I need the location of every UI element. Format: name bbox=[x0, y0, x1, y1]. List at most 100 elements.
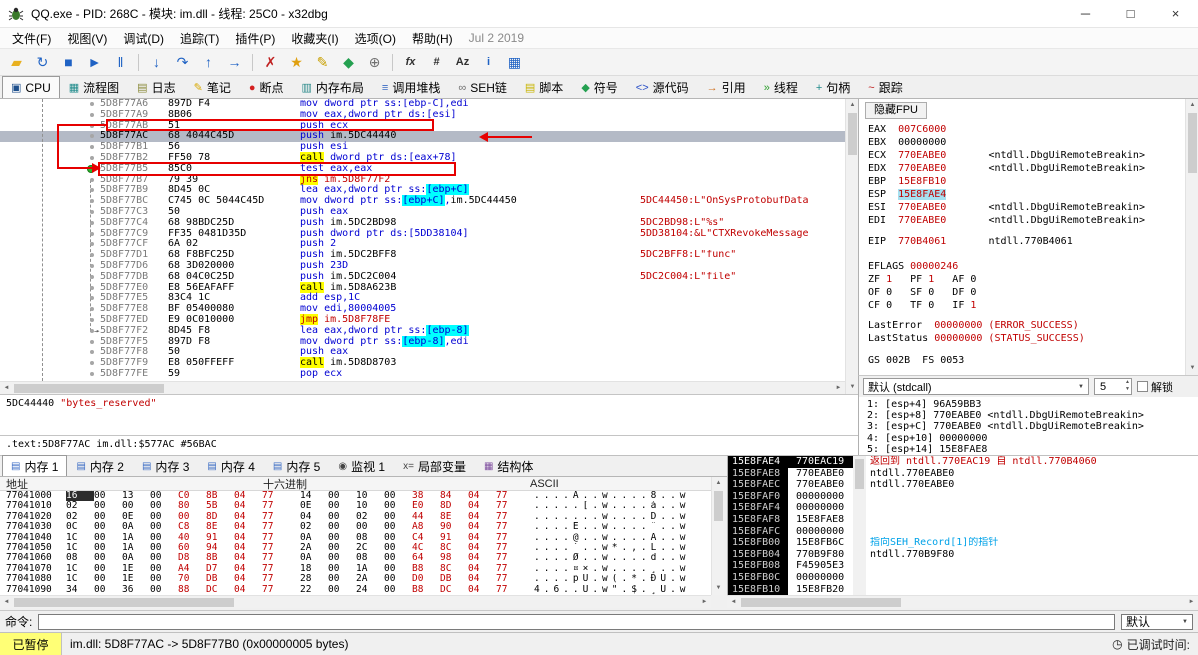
command-profile-select[interactable]: 默认 ▼ bbox=[1121, 613, 1193, 630]
run-to-cursor-button[interactable]: → bbox=[222, 51, 247, 73]
breakpoint-gutter[interactable] bbox=[0, 326, 100, 337]
register-line[interactable]: EFLAGS 00000246 bbox=[868, 260, 1184, 273]
breakpoint-gutter[interactable] bbox=[0, 250, 100, 261]
strings-button[interactable]: Az bbox=[450, 51, 475, 73]
argument-line[interactable]: 4: [esp+10] 00000000 bbox=[867, 433, 1190, 444]
restart-button[interactable]: ↻ bbox=[30, 51, 55, 73]
tab-symbols[interactable]: ◆ 符号 bbox=[572, 76, 626, 98]
stack-row[interactable]: 15E8FAF4 00000000 bbox=[728, 502, 1198, 514]
register-line[interactable]: ESI 770EABE0 <ntdll.DbgUiRemoteBreakin> bbox=[868, 201, 1184, 214]
argument-line[interactable]: 5: [esp+14] 15E8FAE8 bbox=[867, 444, 1190, 455]
disasm-row[interactable]: 5D8F77FE 59 pop ecx bbox=[0, 368, 845, 380]
menu-debug[interactable]: 调试(D) bbox=[115, 28, 172, 49]
step-out-button[interactable]: ↑ bbox=[196, 51, 221, 73]
stack-row[interactable]: 15E8FAF0 00000000 bbox=[728, 490, 1198, 503]
register-line[interactable]: ZF 1 PF 1 AF 0 bbox=[868, 273, 1184, 286]
tab-locals[interactable]: x= 局部变量 bbox=[394, 455, 475, 476]
tab-log[interactable]: ▤ 日志 bbox=[128, 76, 184, 98]
tab-watch-1[interactable]: ◉ 监视 1 bbox=[329, 455, 394, 476]
register-line[interactable]: EAX 007C6000 bbox=[868, 123, 1184, 136]
register-line[interactable]: CF 0 TF 0 IF 1 bbox=[868, 299, 1184, 312]
stop-button[interactable]: ■ bbox=[56, 51, 81, 73]
step-into-button[interactable]: ↓ bbox=[144, 51, 169, 73]
dump-row[interactable]: 77041030 0C 00 0A 00 C8 8E 04 77 02 00 00 00 A8 90 04 77… bbox=[0, 521, 711, 532]
stop-debuggee-button[interactable]: ✗ bbox=[258, 51, 283, 73]
scroll-up-icon[interactable]: ▲ bbox=[1186, 99, 1198, 112]
tab-references[interactable]: → 引用 bbox=[698, 76, 755, 98]
menu-options[interactable]: 选项(O) bbox=[347, 28, 404, 49]
breakpoint-gutter[interactable] bbox=[0, 347, 100, 358]
scroll-right-icon[interactable]: ► bbox=[1185, 596, 1198, 609]
tab-source[interactable]: <> 源代码 bbox=[627, 76, 698, 98]
registers-scrollbar[interactable]: ▲ ▼ bbox=[1185, 99, 1198, 375]
register-line[interactable]: ESP 15E8FAE4 bbox=[868, 188, 1184, 201]
scroll-up-icon[interactable]: ▲ bbox=[712, 477, 725, 490]
register-line[interactable]: EIP 770B4061 ntdll.770B4061 bbox=[868, 235, 1184, 248]
dump-vertical-scrollbar[interactable]: ▲ ▼ bbox=[711, 477, 724, 595]
registers-pane[interactable]: 隐藏FPU EAX 007C6000 EBX 00000000 ECX 770EAB… bbox=[858, 99, 1198, 375]
stack-row[interactable]: 15E8FAFC 00000000 bbox=[728, 525, 1198, 538]
tab-seh[interactable]: ∞ SEH链 bbox=[449, 76, 516, 98]
menu-view[interactable]: 视图(V) bbox=[59, 28, 115, 49]
tab-threads[interactable]: » 线程 bbox=[755, 76, 807, 98]
breakpoint-gutter[interactable] bbox=[0, 358, 100, 369]
stack-column-scrollbar[interactable] bbox=[853, 456, 866, 595]
breakpoint-gutter[interactable] bbox=[0, 239, 100, 250]
symbols-toolbar-button[interactable]: ◆ bbox=[336, 51, 361, 73]
tab-memory-5[interactable]: ▤ 内存 5 bbox=[264, 455, 329, 476]
stack-row[interactable]: 15E8FB10 15E8FB20 bbox=[728, 583, 1198, 595]
disasm-vertical-scrollbar[interactable]: ▲ ▼ bbox=[845, 99, 858, 394]
stack-row[interactable]: 15E8FB00 15E8FB6C 指向SEH_Record[1]的指针 bbox=[728, 537, 1198, 549]
scroll-thumb[interactable] bbox=[741, 598, 901, 607]
scroll-down-icon[interactable]: ▼ bbox=[712, 582, 725, 595]
disasm-row[interactable]: 5D8F77DB 68 04C0C25D push im.5DC2C004 5DC2C… bbox=[0, 271, 845, 283]
register-line[interactable]: EDI 770EABE0 <ntdll.DbgUiRemoteBreakin> bbox=[868, 214, 1184, 227]
run-button[interactable]: ► bbox=[82, 51, 107, 73]
breakpoint-gutter[interactable] bbox=[0, 283, 100, 294]
disasm-row[interactable]: 5D8F77F2 8D45 F8 lea eax,dword ptr ss:[ebp… bbox=[0, 324, 845, 337]
stack-horizontal-scrollbar[interactable]: ◄ ► bbox=[727, 595, 1198, 608]
scroll-thumb[interactable] bbox=[14, 598, 234, 607]
stack-row[interactable]: 15E8FAF8 15E8FAE8 bbox=[728, 513, 1198, 526]
breakpoint-gutter[interactable] bbox=[0, 218, 100, 229]
stack-row[interactable]: 15E8FB04 770B9F80 ntdll.770B9F80 bbox=[728, 548, 1198, 561]
disasm-horizontal-scrollbar[interactable]: ◄ ► bbox=[0, 381, 845, 394]
minimize-button[interactable]: ─ bbox=[1063, 0, 1108, 27]
checkbox-icon[interactable] bbox=[1137, 381, 1148, 392]
close-button[interactable]: × bbox=[1153, 0, 1198, 27]
memory-dump-pane[interactable]: 77041000 16 00 13 00 C0 8B 04 77 14 00 10 00 38 84 04 77… bbox=[0, 491, 711, 595]
maximize-button[interactable]: □ bbox=[1108, 0, 1153, 27]
breakpoint-gutter[interactable] bbox=[0, 175, 100, 186]
breakpoint-gutter[interactable] bbox=[0, 164, 100, 175]
scroll-thumb[interactable] bbox=[848, 113, 857, 155]
register-line[interactable]: EBP 15E8FB10 bbox=[868, 175, 1184, 188]
stepper-arrows-icon[interactable]: ▲ ▼ bbox=[1125, 379, 1130, 393]
notes-toolbar-button[interactable]: ✎ bbox=[310, 51, 335, 73]
breakpoint-gutter[interactable] bbox=[0, 229, 100, 240]
title-bar[interactable]: QQ.exe - PID: 268C - 模块: im.dll - 线程: 25… bbox=[0, 0, 1198, 28]
stack-row[interactable]: 15E8FB08 F45905E3 bbox=[728, 560, 1198, 572]
open-file-button[interactable]: ▰ bbox=[4, 51, 29, 73]
register-line[interactable]: EBX 00000000 bbox=[868, 136, 1184, 149]
breakpoint-gutter[interactable] bbox=[0, 272, 100, 283]
breakpoint-gutter[interactable] bbox=[0, 185, 100, 196]
stack-row[interactable]: 15E8FAE8 770EABE0 ntdll.770EABE0 bbox=[728, 467, 1198, 480]
argument-line[interactable]: 1: [esp+4] 96A59BB3 bbox=[867, 399, 1190, 410]
scroll-left-icon[interactable]: ◄ bbox=[727, 596, 740, 609]
breakpoint-gutter[interactable] bbox=[0, 315, 100, 326]
command-input[interactable] bbox=[38, 613, 1115, 630]
register-line[interactable]: LastError 00000000 (ERROR_SUCCESS) bbox=[868, 319, 1184, 332]
scroll-left-icon[interactable]: ◄ bbox=[0, 596, 13, 609]
cpu-chip-button[interactable]: ▦ bbox=[502, 51, 527, 73]
favorites-button[interactable]: ★ bbox=[284, 51, 309, 73]
scroll-right-icon[interactable]: ► bbox=[698, 596, 711, 609]
tab-memory-map[interactable]: ▥ 内存布局 bbox=[293, 76, 373, 98]
menu-trace[interactable]: 追踪(T) bbox=[172, 28, 227, 49]
disassembly-pane[interactable]: ▸ 5D8F77A6 897D F4 mov dword ptr ss:[ebp-C… bbox=[0, 99, 845, 381]
breakpoint-gutter[interactable] bbox=[0, 337, 100, 348]
settings-button[interactable]: ⊕ bbox=[362, 51, 387, 73]
register-line[interactable]: OF 0 SF 0 DF 0 bbox=[868, 286, 1184, 299]
scroll-thumb[interactable] bbox=[1188, 113, 1197, 173]
menu-plugins[interactable]: 插件(P) bbox=[227, 28, 283, 49]
breakpoint-gutter[interactable] bbox=[0, 131, 100, 142]
